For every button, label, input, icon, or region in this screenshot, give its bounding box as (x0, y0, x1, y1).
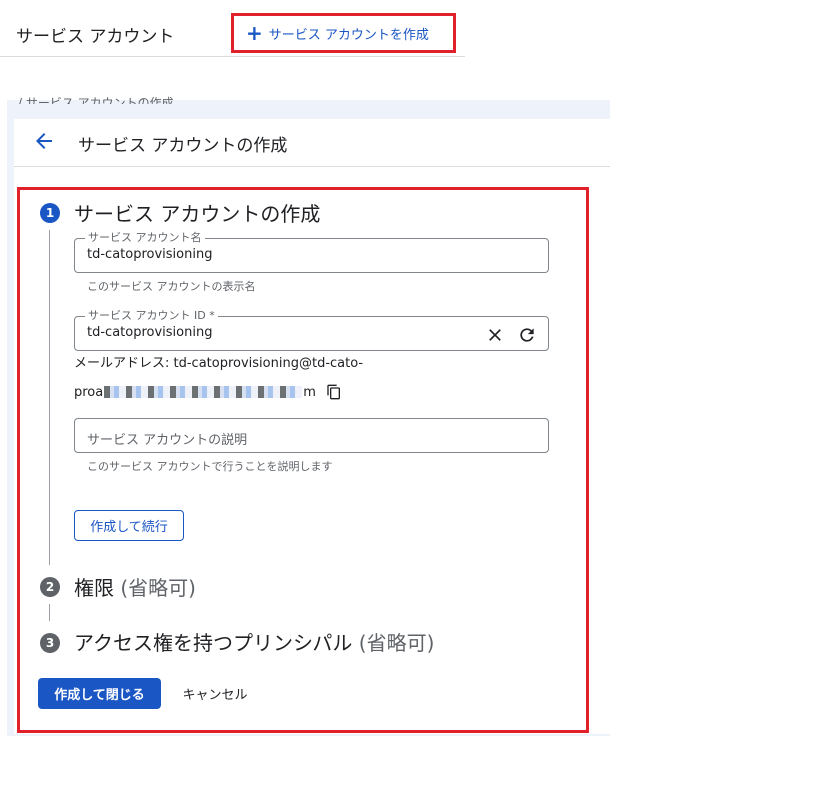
step-title-2[interactable]: 権限 (省略可) (74, 572, 196, 601)
step-3-optional: (省略可) (358, 631, 435, 655)
breadcrumb: / サービス アカウントの作成 (18, 96, 174, 104)
service-account-name-value: td-catoprovisioning (87, 247, 213, 262)
service-account-name-field[interactable]: サービス アカウント名 td-catoprovisioning (74, 231, 549, 273)
step-3-label: アクセス権を持つプリンシパル (74, 631, 353, 655)
step-title-3[interactable]: アクセス権を持つプリンシパル (省略可) (74, 627, 434, 656)
page-title: サービス アカウントの作成 (78, 136, 288, 156)
arrow-left-icon[interactable] (32, 129, 56, 153)
email-suffix: m (303, 384, 316, 400)
service-account-description-field[interactable]: サービス アカウントの説明 (74, 418, 549, 453)
header-title: サービス アカウント (16, 27, 175, 47)
service-account-id-label: サービス アカウント ID * (85, 309, 218, 323)
top-header: サービス アカウント + サービス アカウントを作成 (0, 8, 465, 57)
service-account-id-value: td-catoprovisioning (87, 325, 213, 340)
email-address-text: メールアドレス: td-catoprovisioning@td-cato- (74, 356, 364, 371)
description-hint: このサービス アカウントで行うことを説明します (87, 460, 333, 473)
copy-icon[interactable] (326, 384, 342, 400)
create-and-continue-button[interactable]: 作成して続行 (74, 510, 184, 541)
step-connector-line (49, 230, 50, 565)
plus-icon: + (246, 21, 263, 45)
email-address-continued: proa m (74, 384, 342, 400)
step-number-3: 3 (40, 633, 60, 653)
description-placeholder: サービス アカウントの説明 (87, 433, 248, 448)
step-2-label: 権限 (74, 576, 114, 600)
clear-icon[interactable] (485, 325, 505, 345)
step-connector-line (49, 604, 50, 621)
service-account-name-label: サービス アカウント名 (85, 231, 205, 245)
cancel-button[interactable]: キャンセル (172, 678, 258, 709)
create-service-account-link[interactable]: + サービス アカウントを作成 (231, 13, 456, 53)
email-prefix: proa (74, 384, 104, 400)
step-number-2: 2 (40, 577, 60, 597)
create-service-account-label: サービス アカウントを作成 (268, 27, 429, 43)
service-account-name-hint: このサービス アカウントの表示名 (87, 280, 256, 293)
step-2-optional: (省略可) (120, 576, 196, 600)
redacted-email (104, 386, 303, 398)
create-and-close-button[interactable]: 作成して閉じる (38, 678, 161, 709)
refresh-icon[interactable] (517, 325, 537, 345)
page-header: サービス アカウントの作成 (14, 119, 610, 167)
service-account-id-field[interactable]: サービス アカウント ID * td-catoprovisioning (74, 309, 549, 351)
step-number-1: 1 (40, 203, 60, 223)
step-title-1: サービス アカウントの作成 (74, 202, 321, 226)
